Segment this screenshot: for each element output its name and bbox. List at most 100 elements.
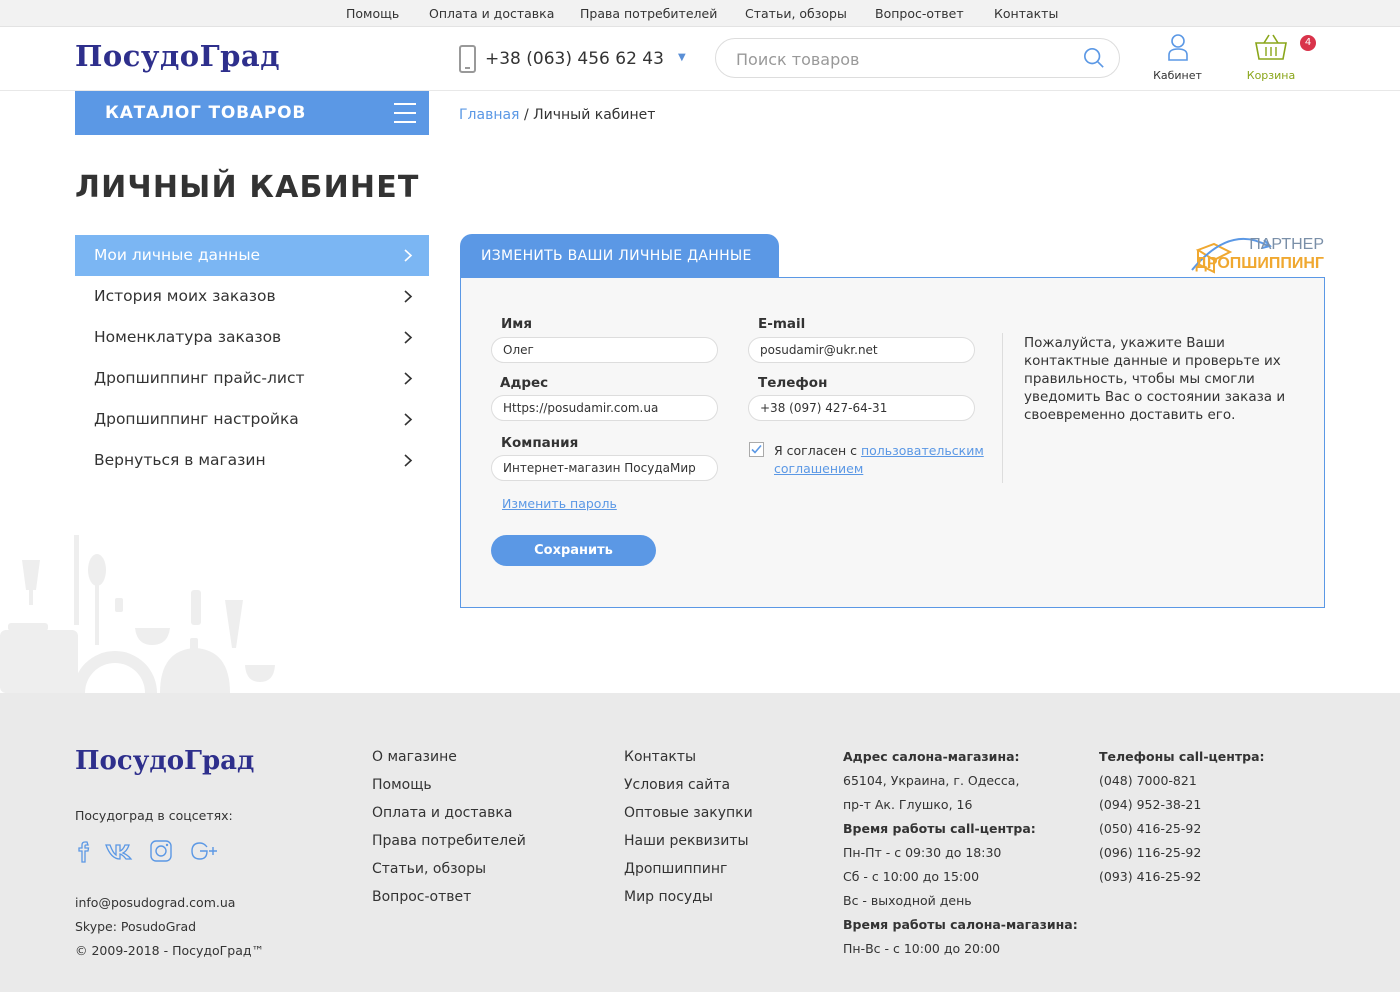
- mobile-phone-icon: [459, 45, 476, 73]
- cart-button[interactable]: Корзина: [1240, 33, 1302, 82]
- footer-link[interactable]: Контакты: [624, 749, 753, 777]
- breadcrumb-separator: /: [523, 107, 529, 123]
- footer-phone[interactable]: (093) 416-25-92: [1099, 869, 1265, 893]
- footer-link[interactable]: Статьи, обзоры: [372, 861, 526, 889]
- header-phone[interactable]: +38 (063) 456 62 43: [485, 49, 664, 69]
- menu-item-label: История моих заказов: [94, 287, 276, 305]
- topnav-help[interactable]: Помощь: [346, 6, 399, 21]
- agreement-checkbox[interactable]: [749, 442, 764, 457]
- footer-link[interactable]: Права потребителей: [372, 833, 526, 861]
- site-header: ПосудоГрад +38 (063) 456 62 43 ▼ Кабинет…: [0, 27, 1400, 91]
- menu-item-label: Вернуться в магазин: [94, 451, 266, 469]
- facebook-icon[interactable]: [72, 838, 98, 864]
- breadcrumb: Главная / Личный кабинет: [459, 107, 655, 123]
- vk-icon[interactable]: [104, 838, 136, 864]
- email-field[interactable]: [748, 337, 975, 363]
- hours-line: Сб - с 10:00 до 15:00: [843, 869, 980, 884]
- phone-label: Телефон: [758, 375, 828, 391]
- site-logo[interactable]: ПосудоГрад: [75, 39, 280, 73]
- chevron-right-icon: [404, 290, 413, 303]
- shop-hours-heading: Время работы салона-магазина:: [843, 917, 1078, 932]
- chevron-down-icon[interactable]: ▼: [678, 52, 686, 63]
- phone-field[interactable]: [748, 395, 975, 421]
- menu-item-dropshipping-settings[interactable]: Дропшиппинг настройка: [75, 399, 429, 440]
- partner-line-1: ПАРТНЕР: [1249, 236, 1324, 253]
- email-label: E-mail: [758, 316, 806, 332]
- footer-link[interactable]: Помощь: [372, 777, 526, 805]
- catalog-button[interactable]: КАТАЛОГ ТОВАРОВ: [75, 91, 429, 135]
- partner-line-2: ДРОПШИППИНГ: [1195, 255, 1324, 272]
- google-plus-icon[interactable]: [188, 838, 220, 864]
- chevron-right-icon: [404, 331, 413, 344]
- menu-item-back-to-shop[interactable]: Вернуться в магазин: [75, 440, 429, 481]
- footer-phone[interactable]: (050) 416-25-92: [1099, 821, 1265, 845]
- footer-copyright: © 2009-2018 - ПосудоГрад™: [75, 943, 265, 958]
- hours-line: Вс - выходной день: [843, 893, 972, 908]
- breadcrumb-home[interactable]: Главная: [459, 107, 519, 123]
- footer-link[interactable]: Вопрос-ответ: [372, 889, 526, 917]
- topnav-consumer-rights[interactable]: Права потребителей: [580, 6, 717, 21]
- menu-item-order-nomenclature[interactable]: Номенклатура заказов: [75, 317, 429, 358]
- footer-phone[interactable]: (094) 952-38-21: [1099, 797, 1265, 821]
- cabinet-label: Кабинет: [1153, 69, 1202, 82]
- topnav-faq[interactable]: Вопрос-ответ: [875, 6, 964, 21]
- topnav-contacts[interactable]: Контакты: [994, 6, 1058, 21]
- instagram-icon[interactable]: [148, 838, 174, 864]
- tab-edit-personal-data[interactable]: ИЗМЕНИТЬ ВАШИ ЛИЧНЫЕ ДАННЫЕ: [460, 234, 779, 278]
- hamburger-icon: [394, 103, 416, 123]
- name-field[interactable]: [491, 337, 718, 363]
- chevron-right-icon: [404, 372, 413, 385]
- menu-item-order-history[interactable]: История моих заказов: [75, 276, 429, 317]
- footer-link[interactable]: Оплата и доставка: [372, 805, 526, 833]
- social-title: Посудоград в соцсетях:: [75, 808, 233, 823]
- menu-item-dropshipping-pricelist[interactable]: Дропшиппинг прайс-лист: [75, 358, 429, 399]
- change-password-link[interactable]: Изменить пароль: [502, 496, 617, 511]
- address-heading: Адрес салона-магазина:: [843, 749, 1020, 764]
- menu-item-label: Дропшиппинг прайс-лист: [94, 369, 305, 387]
- address-line: пр-т Ак. Глушко, 16: [843, 797, 973, 812]
- tab-label: ИЗМЕНИТЬ ВАШИ ЛИЧНЫЕ ДАННЫЕ: [481, 248, 752, 264]
- cart-count-badge: 4: [1300, 35, 1316, 51]
- menu-item-label: Мои личные данные: [94, 246, 261, 264]
- footer-link[interactable]: Мир посуды: [624, 889, 753, 917]
- topnav-articles[interactable]: Статьи, обзоры: [745, 6, 847, 21]
- user-icon: [1167, 34, 1188, 61]
- footer-link[interactable]: Оптовые закупки: [624, 805, 753, 833]
- hours-line: Пн-Пт - с 09:30 до 18:30: [843, 845, 1002, 860]
- footer-phone[interactable]: (096) 116-25-92: [1099, 845, 1265, 869]
- account-menu: Мои личные данные История моих заказов Н…: [75, 235, 429, 481]
- phones-heading: Телефоны call-центра:: [1099, 749, 1265, 764]
- company-label: Компания: [501, 435, 579, 451]
- hours-line: Пн-Вс - с 10:00 до 20:00: [843, 941, 1001, 956]
- footer-skype: Skype: PosudoGrad: [75, 919, 197, 934]
- menu-item-label: Номенклатура заказов: [94, 328, 282, 346]
- footer-links-col-1: О магазине Помощь Оплата и доставка Прав…: [372, 749, 526, 917]
- company-field[interactable]: [491, 455, 718, 481]
- checkmark-icon: [751, 444, 762, 454]
- callcenter-hours-heading: Время работы call-центра:: [843, 821, 1036, 836]
- address-field[interactable]: [491, 395, 718, 421]
- footer-phone[interactable]: (048) 7000-821: [1099, 773, 1265, 797]
- breadcrumb-current: Личный кабинет: [533, 107, 656, 123]
- menu-item-personal-data[interactable]: Мои личные данные: [75, 235, 429, 276]
- page-title: ЛИЧНЫЙ КАБИНЕТ: [75, 170, 420, 205]
- footer-phones-block: Телефоны call-центра: (048) 7000-821 (09…: [1099, 749, 1265, 893]
- search-icon[interactable]: [1083, 47, 1105, 69]
- topnav-payment[interactable]: Оплата и доставка: [429, 6, 554, 21]
- footer-link[interactable]: О магазине: [372, 749, 526, 777]
- address-line: 65104, Украина, г. Одесса,: [843, 773, 1020, 788]
- footer-logo[interactable]: ПосудоГрад: [75, 746, 254, 776]
- chevron-right-icon: [404, 249, 413, 262]
- footer-link[interactable]: Условия сайта: [624, 777, 753, 805]
- search-input[interactable]: [736, 48, 1066, 70]
- agreement-text: Я согласен с пользовательским соглашение…: [774, 442, 994, 478]
- footer-link[interactable]: Наши реквизиты: [624, 833, 753, 861]
- divider: [1002, 333, 1003, 483]
- chevron-right-icon: [404, 454, 413, 467]
- save-button[interactable]: Сохранить: [491, 535, 656, 566]
- footer-email[interactable]: info@posudograd.com.ua: [75, 895, 235, 910]
- dropshipping-partner-logo: ПАРТНЕР ДРОПШИППИНГ: [1191, 236, 1324, 274]
- footer-link[interactable]: Дропшиппинг: [624, 861, 753, 889]
- name-label: Имя: [501, 316, 533, 332]
- cabinet-button[interactable]: Кабинет: [1150, 33, 1205, 82]
